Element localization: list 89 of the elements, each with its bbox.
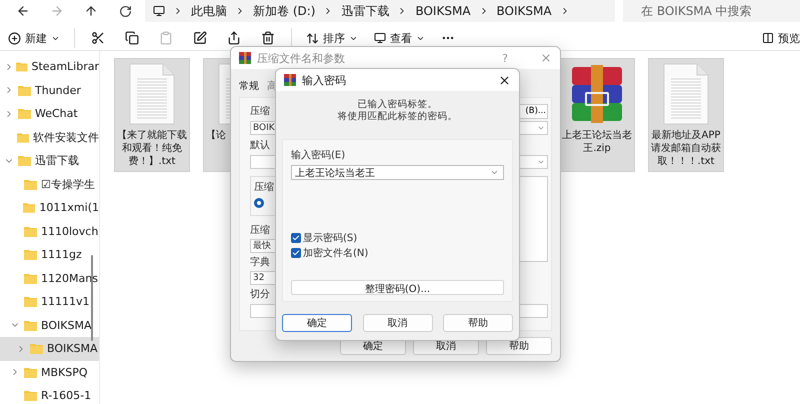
folder-icon <box>18 84 31 96</box>
archive-icon <box>239 52 251 64</box>
sidebar-item[interactable]: 1011xmi(1 <box>0 196 99 220</box>
folder-icon <box>24 178 37 190</box>
breadcrumb-item[interactable]: 新加卷 (D:) <box>253 2 316 20</box>
file-item[interactable]: 最新地址及APP请发邮箱自动获取！！！.txt <box>648 58 724 172</box>
field-label: 压缩 <box>250 104 270 118</box>
checkbox[interactable] <box>291 232 301 242</box>
sidebar-item[interactable]: 1120Mans <box>0 266 99 290</box>
search-field[interactable]: 在 BOIKSMA 中搜索 <box>623 0 800 22</box>
trash-icon[interactable] <box>261 31 275 45</box>
sidebar-item[interactable]: WeChat <box>0 102 99 126</box>
sidebar-item[interactable]: BOIKSMA <box>0 337 99 360</box>
folder-icon <box>24 272 37 284</box>
sidebar-item[interactable]: 1111gz <box>0 243 99 266</box>
computer-icon <box>153 5 165 17</box>
sidebar-item[interactable]: Thunder <box>0 78 99 102</box>
folder-icon <box>18 155 31 166</box>
window-title: 输入密码 <box>302 72 347 88</box>
sidebar-item[interactable]: BOIKSMA <box>0 314 99 337</box>
sidebar-item[interactable]: R-1605-1 <box>0 384 99 404</box>
field-label: 输入密码(E) <box>291 148 346 162</box>
file-item[interactable]: 上老王论坛当老王.zip <box>559 58 635 172</box>
organize-passwords-button[interactable]: 整理密码(O)... <box>291 280 504 295</box>
checkbox-label[interactable]: 加密文件名(N) <box>303 246 368 260</box>
notice-text: 已输入密码标签。 <box>358 99 438 111</box>
sidebar-item[interactable]: 11111v1 <box>0 290 99 314</box>
sidebar-item[interactable]: SteamLibrar <box>0 55 99 78</box>
sidebar-item[interactable]: MBKSPQ <box>0 360 99 384</box>
cut-icon[interactable] <box>91 31 105 45</box>
plus-icon[interactable] <box>8 32 21 44</box>
preview-button[interactable]: 预览 <box>754 26 800 50</box>
file-item[interactable]: 【来了就能下载和观看！纯免费！】.txt <box>114 58 190 172</box>
folder-icon <box>16 61 28 72</box>
breadcrumb-item[interactable]: BOIKSMA <box>415 4 471 18</box>
notice-text: 将使用匹配此标签的密码。 <box>338 111 458 123</box>
text-file-icon <box>129 63 175 125</box>
chevron-down-icon[interactable] <box>490 168 499 177</box>
folder-icon <box>24 390 37 402</box>
breadcrumb-item[interactable]: 迅雷下载 <box>341 2 390 20</box>
folder-icon <box>18 108 31 120</box>
radio-button[interactable] <box>254 198 264 208</box>
folder-icon <box>23 202 36 214</box>
sidebar-item[interactable]: ☑专操学生 <box>0 172 99 196</box>
panel-icon[interactable] <box>762 32 774 44</box>
archive-icon <box>284 74 296 86</box>
address-bar[interactable]: 此电脑 新加卷 (D:) 迅雷下载 BOIKSMA BOIKSMA <box>145 0 615 22</box>
window-title: 压缩文件名和参数 <box>257 50 346 66</box>
folder-icon <box>24 366 37 378</box>
share-icon[interactable] <box>227 31 241 45</box>
back-icon[interactable] <box>16 4 30 18</box>
close-icon[interactable] <box>498 74 511 86</box>
sidebar-item[interactable]: 1110lovch <box>0 220 99 243</box>
checkbox[interactable] <box>291 248 301 258</box>
field-label: 默认 <box>250 139 270 152</box>
folder-icon <box>24 320 37 331</box>
checkbox-label[interactable]: 显示密码(S) <box>303 230 358 244</box>
folder-icon <box>24 226 37 237</box>
breadcrumb-item[interactable]: BOIKSMA <box>496 4 552 18</box>
new-button[interactable]: 新建 <box>0 26 68 50</box>
chevron-down-icon[interactable] <box>537 124 545 132</box>
tab[interactable]: 常规 <box>239 79 259 93</box>
view-button[interactable]: 查看 <box>366 26 433 50</box>
sidebar-item[interactable]: 迅雷下载 <box>0 149 99 172</box>
refresh-icon[interactable] <box>118 4 132 18</box>
field-label: 切分 <box>250 288 270 301</box>
dialog-button[interactable]: 确定 <box>282 314 352 332</box>
group-label: 压缩 <box>254 180 275 194</box>
copy-icon[interactable] <box>125 31 139 45</box>
folder-icon <box>30 343 43 354</box>
chevron-down-icon[interactable] <box>537 158 545 166</box>
folder-icon <box>16 132 29 143</box>
sort-icon[interactable] <box>306 32 319 44</box>
scrollbar[interactable] <box>91 255 93 341</box>
breadcrumb-item[interactable]: 此电脑 <box>191 2 227 20</box>
up-arrow-icon[interactable] <box>84 4 98 18</box>
field-label: 字典 <box>250 256 270 268</box>
rename-icon[interactable] <box>193 31 207 45</box>
monitor-icon[interactable] <box>374 32 386 44</box>
dialog-button[interactable]: 帮助 <box>443 314 513 332</box>
folder-icon <box>24 249 37 260</box>
field-label: 压缩 <box>250 224 270 237</box>
text-file-icon <box>663 63 709 125</box>
dialog-button[interactable]: 取消 <box>362 314 432 332</box>
sidebar-item[interactable]: 软件安装文件 <box>0 126 99 149</box>
password-field[interactable]: 上老王论坛当老王 <box>291 165 504 180</box>
split-size-field[interactable] <box>518 304 548 318</box>
sort-button[interactable]: 排序 <box>298 26 366 50</box>
folder-icon <box>24 296 37 308</box>
